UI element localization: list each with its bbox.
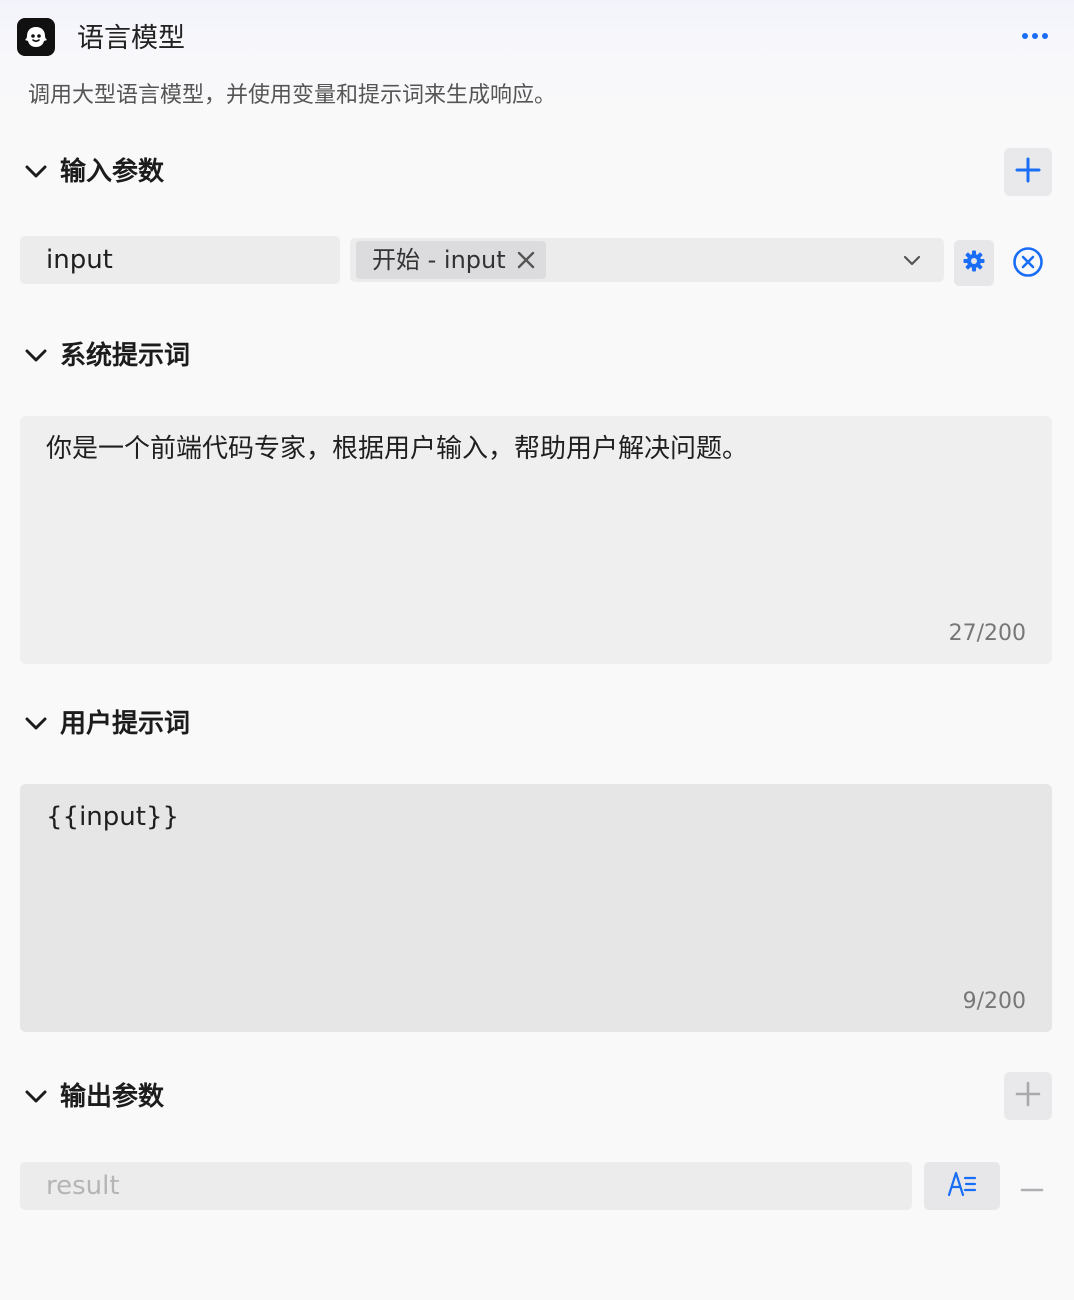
close-icon[interactable] bbox=[516, 250, 536, 270]
source-tag: 开始 - input bbox=[356, 241, 546, 279]
output-param-name-field[interactable]: result bbox=[20, 1162, 912, 1210]
remove-input-param-button[interactable] bbox=[1011, 247, 1045, 281]
chevron-down-icon bbox=[22, 1083, 50, 1111]
section-output-params[interactable]: 输出参数 bbox=[22, 1075, 164, 1119]
user-prompt-counter: 9/200 bbox=[962, 989, 1026, 1014]
section-system-prompt[interactable]: 系统提示词 bbox=[22, 334, 190, 378]
chevron-down-icon[interactable] bbox=[902, 250, 922, 270]
ellipsis-dot bbox=[1032, 33, 1038, 39]
output-param-type-button[interactable] bbox=[924, 1162, 1000, 1210]
node-title: 语言模型 bbox=[77, 23, 185, 54]
section-title-user-prompt: 用户提示词 bbox=[60, 709, 191, 739]
section-title-input-params: 输入参数 bbox=[60, 157, 165, 187]
chevron-down-icon bbox=[22, 342, 50, 370]
more-options-button[interactable] bbox=[1018, 26, 1052, 46]
llm-node-panel: 语言模型 调用大型语言模型，并使用变量和提示词来生成响应。 输入参数 input… bbox=[0, 0, 1074, 1300]
section-title-system-prompt: 系统提示词 bbox=[60, 341, 191, 371]
remove-output-param-button[interactable] bbox=[1016, 1170, 1048, 1202]
node-description: 调用大型语言模型，并使用变量和提示词来生成响应。 bbox=[28, 83, 557, 108]
system-prompt-text: 你是一个前端代码专家，根据用户输入，帮助用户解决问题。 bbox=[46, 434, 749, 464]
plus-icon bbox=[1015, 157, 1041, 187]
chevron-down-icon bbox=[22, 158, 50, 186]
gear-icon bbox=[962, 249, 986, 277]
plus-icon bbox=[1015, 1081, 1041, 1111]
input-param-name-field[interactable]: input bbox=[20, 236, 340, 284]
system-prompt-counter: 27/200 bbox=[948, 621, 1026, 646]
minus-icon bbox=[1020, 1177, 1044, 1196]
user-prompt-textarea[interactable]: {{input}} 9/200 bbox=[20, 784, 1052, 1032]
source-tag-label: 开始 - input bbox=[372, 246, 506, 274]
text-type-icon bbox=[947, 1170, 977, 1202]
section-title-output-params: 输出参数 bbox=[60, 1082, 165, 1112]
param-settings-button[interactable] bbox=[954, 240, 994, 286]
section-input-params[interactable]: 输入参数 bbox=[22, 150, 164, 194]
robot-icon bbox=[17, 18, 55, 56]
system-prompt-textarea[interactable]: 你是一个前端代码专家，根据用户输入，帮助用户解决问题。 27/200 bbox=[20, 416, 1052, 664]
ellipsis-dot bbox=[1042, 33, 1048, 39]
input-param-source-select[interactable]: 开始 - input bbox=[350, 238, 944, 282]
add-input-param-button[interactable] bbox=[1004, 148, 1052, 196]
close-circle-icon bbox=[1012, 246, 1044, 282]
chevron-down-icon bbox=[22, 710, 50, 738]
section-user-prompt[interactable]: 用户提示词 bbox=[22, 702, 190, 746]
add-output-param-button[interactable] bbox=[1004, 1072, 1052, 1120]
ellipsis-icon bbox=[1022, 33, 1028, 39]
user-prompt-text: {{input}} bbox=[46, 802, 180, 832]
